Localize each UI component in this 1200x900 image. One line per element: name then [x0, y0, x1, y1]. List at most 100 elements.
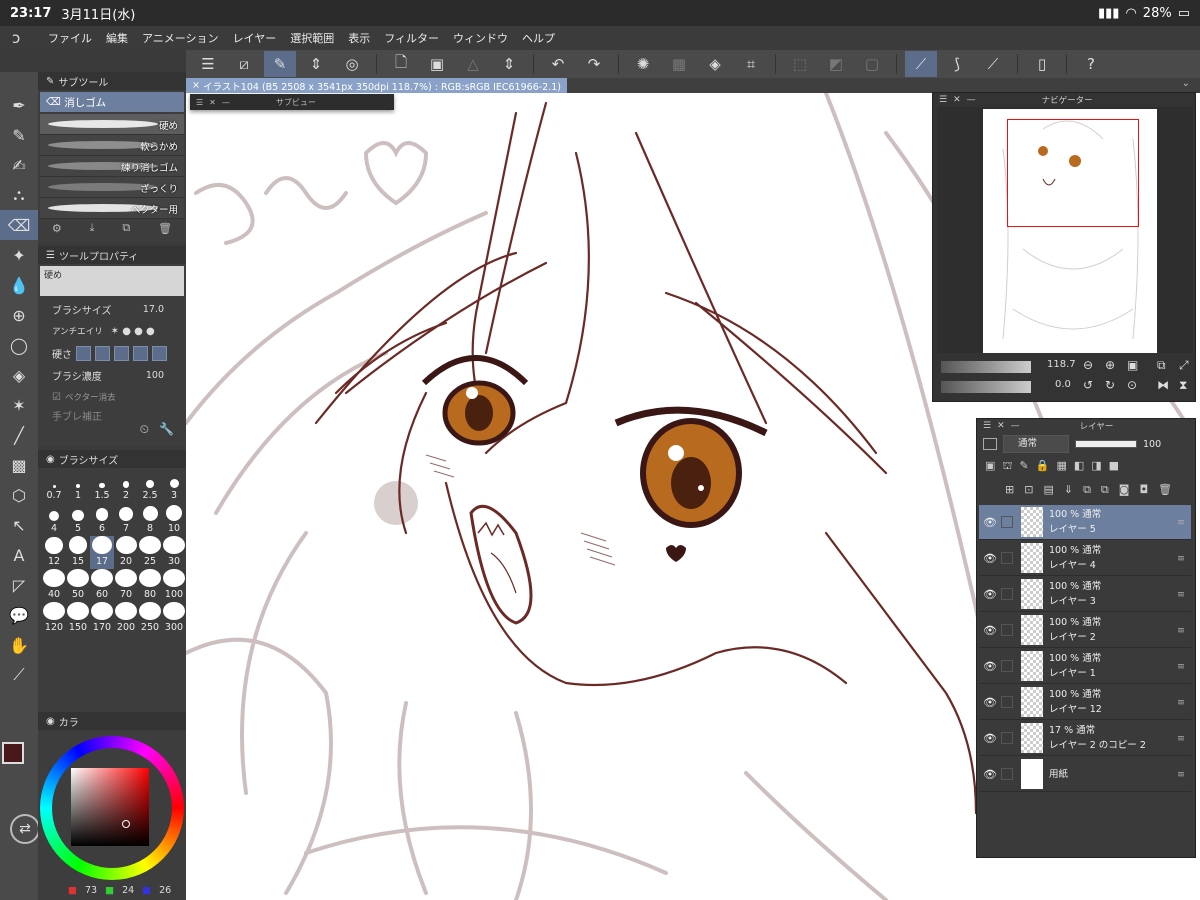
brush-size-option[interactable]: 1.5 — [90, 470, 114, 503]
brush-size-option[interactable]: 2 — [114, 470, 138, 503]
grip-icon[interactable]: ☰ — [196, 98, 203, 107]
layer-row[interactable]: 👁 用紙 ≡ — [979, 757, 1191, 792]
help-icon[interactable]: ? — [1075, 51, 1107, 77]
visibility-eye-icon[interactable]: 👁 — [979, 696, 1001, 709]
flip-vertical-icon[interactable]: ⧗ — [1179, 378, 1187, 393]
layer-drag-handle-icon[interactable]: ≡ — [1177, 697, 1185, 708]
layer-checkbox[interactable] — [1001, 552, 1013, 564]
layer-drag-handle-icon[interactable]: ≡ — [1177, 625, 1185, 636]
brush-size-option[interactable]: 12 — [42, 536, 66, 569]
brush-size-option[interactable]: 10 — [162, 503, 186, 536]
layer-row[interactable]: 👁 100 % 通常 レイヤー 2 ≡ — [979, 613, 1191, 648]
opacity-value[interactable]: 100 — [1143, 439, 1161, 450]
subtool-item[interactable]: 練り消しゴム — [40, 156, 184, 177]
stepper-icon[interactable]: ⇕ — [300, 51, 332, 77]
visibility-eye-icon[interactable]: 👁 — [979, 732, 1001, 745]
auto-select-tool-icon[interactable]: ✶ — [0, 390, 38, 420]
layer-row[interactable]: 👁 100 % 通常 レイヤー 3 ≡ — [979, 577, 1191, 612]
subtool-item[interactable]: 軟らかめ — [40, 135, 184, 156]
snap-ruler-icon[interactable]: ⟆ — [941, 51, 973, 77]
visibility-eye-icon[interactable]: 👁 — [979, 768, 1001, 781]
reference-layer-icon[interactable]: ⟋ — [905, 51, 937, 77]
app-logo-icon[interactable]: ↄ — [12, 29, 32, 47]
swap-color-icon[interactable]: ⇄ — [10, 814, 40, 844]
frame-tool-icon[interactable]: ◸ — [0, 570, 38, 600]
minimize-icon[interactable]: — — [222, 98, 230, 107]
subtool-copy-icon[interactable]: ⧉ — [122, 221, 130, 235]
decoration-tool-icon[interactable]: ✦ — [0, 240, 38, 270]
new-file-icon[interactable]: 🗋 — [385, 51, 417, 77]
layer-drag-handle-icon[interactable]: ≡ — [1177, 733, 1185, 744]
gradient-tool-icon[interactable]: ▩ — [0, 450, 38, 480]
rotate-left-icon[interactable]: ↺ — [1083, 378, 1093, 392]
eraser-tool-icon[interactable]: ⌫ — [0, 210, 38, 240]
layer-color-icon[interactable] — [983, 438, 997, 450]
hamburger-menu-icon[interactable]: ☰ — [192, 51, 224, 77]
reset-rotation-icon[interactable]: ⊙ — [1127, 378, 1137, 392]
subtool-item[interactable]: ベクター用 — [40, 198, 184, 219]
brush-size-option[interactable]: 60 — [90, 569, 114, 602]
opacity-slider[interactable] — [1075, 440, 1137, 448]
layer-checkbox[interactable] — [1001, 696, 1013, 708]
fit-icon[interactable]: ▣ — [1127, 358, 1138, 372]
fill-tool-icon[interactable]: ◈ — [0, 360, 38, 390]
density-row[interactable]: ブラシ濃度 100 — [38, 364, 186, 386]
visibility-eye-icon[interactable]: 👁 — [979, 516, 1001, 529]
saturation-value-square[interactable] — [71, 768, 149, 846]
visibility-eye-icon[interactable]: 👁 — [979, 624, 1001, 637]
layer-row[interactable]: 👁 17 % 通常 レイヤー 2 のコピー 2 ≡ — [979, 721, 1191, 756]
edit-mode-icon[interactable]: ✎ — [264, 51, 296, 77]
brush-size-option[interactable]: 250 — [138, 602, 162, 635]
draft-icon[interactable]: ✎ — [1020, 459, 1029, 474]
vector-erase-row[interactable]: ☑ ベクター消去 — [38, 386, 186, 408]
main-color-swatch[interactable] — [2, 742, 24, 764]
brush-size-option[interactable]: 200 — [114, 602, 138, 635]
minimize-icon[interactable]: — — [967, 95, 976, 105]
layer-color-toggle-icon[interactable]: ■ — [1109, 459, 1119, 474]
brush-size-option[interactable]: 150 — [66, 602, 90, 635]
transfer-down-icon[interactable]: ⇓ — [1064, 483, 1073, 497]
layer-drag-handle-icon[interactable]: ≡ — [1177, 517, 1185, 528]
rotation-slider[interactable] — [941, 381, 1031, 393]
save-icon[interactable]: △ — [457, 51, 489, 77]
brush-size-option[interactable]: 3 — [162, 470, 186, 503]
layer-mask-icon[interactable]: ◙ — [1119, 483, 1130, 497]
layer-row[interactable]: 👁 100 % 通常 レイヤー 1 ≡ — [979, 649, 1191, 684]
layout-toggle-icon[interactable]: ⧄ — [228, 51, 260, 77]
brush-tool-icon[interactable]: ✍ — [0, 150, 38, 180]
menu-selection[interactable]: 選択範囲 — [290, 30, 334, 46]
layer-checkbox[interactable] — [1001, 732, 1013, 744]
brush-size-option[interactable]: 17 — [90, 536, 114, 569]
subtool-group-selected[interactable]: ⌫ 消しゴム — [40, 92, 184, 112]
layer-checkbox[interactable] — [1001, 660, 1013, 672]
grip-icon[interactable]: ☰ — [983, 421, 991, 431]
navigator-view-rect[interactable] — [1007, 119, 1139, 227]
layer-checkbox[interactable] — [1001, 624, 1013, 636]
brush-size-option[interactable]: 170 — [90, 602, 114, 635]
layer-checkbox[interactable] — [1001, 768, 1013, 780]
3d-tool-icon[interactable]: ⬡ — [0, 480, 38, 510]
color-picker-cursor[interactable] — [122, 820, 130, 828]
invert-selection-icon[interactable]: ◩ — [820, 51, 852, 77]
close-icon[interactable]: ✕ — [953, 95, 961, 105]
airbrush-tool-icon[interactable]: ⛬ — [0, 180, 38, 210]
subtool-item[interactable]: 硬め — [40, 114, 184, 135]
fill-icon[interactable]: ◈ — [699, 51, 731, 77]
merge-icon[interactable]: ⧉ — [1083, 483, 1091, 497]
new-folder-icon[interactable]: ▤ — [1043, 483, 1053, 497]
lock-icon[interactable]: 🔒 — [1036, 459, 1050, 474]
brush-size-option[interactable]: 100 — [162, 569, 186, 602]
layer-checkbox[interactable] — [1001, 516, 1013, 528]
menu-view[interactable]: 表示 — [348, 30, 370, 46]
close-icon[interactable]: ✕ — [997, 421, 1005, 431]
transform-icon[interactable]: ⌗ — [735, 51, 767, 77]
flip-horizontal-icon[interactable]: ⧓ — [1157, 378, 1169, 392]
layer-checkbox[interactable] — [1001, 588, 1013, 600]
brush-size-option[interactable]: 300 — [162, 602, 186, 635]
wrench-icon[interactable]: 🔧 — [159, 422, 174, 437]
subtool-item[interactable]: ざっくり — [40, 177, 184, 198]
stabilization-row[interactable]: 手ブレ補正 — [38, 408, 186, 423]
apply-mask-icon[interactable]: ◘ — [1139, 483, 1148, 497]
new-vector-layer-icon[interactable]: ⊡ — [1024, 483, 1033, 497]
layer-row[interactable]: 👁 100 % 通常 レイヤー 4 ≡ — [979, 541, 1191, 576]
